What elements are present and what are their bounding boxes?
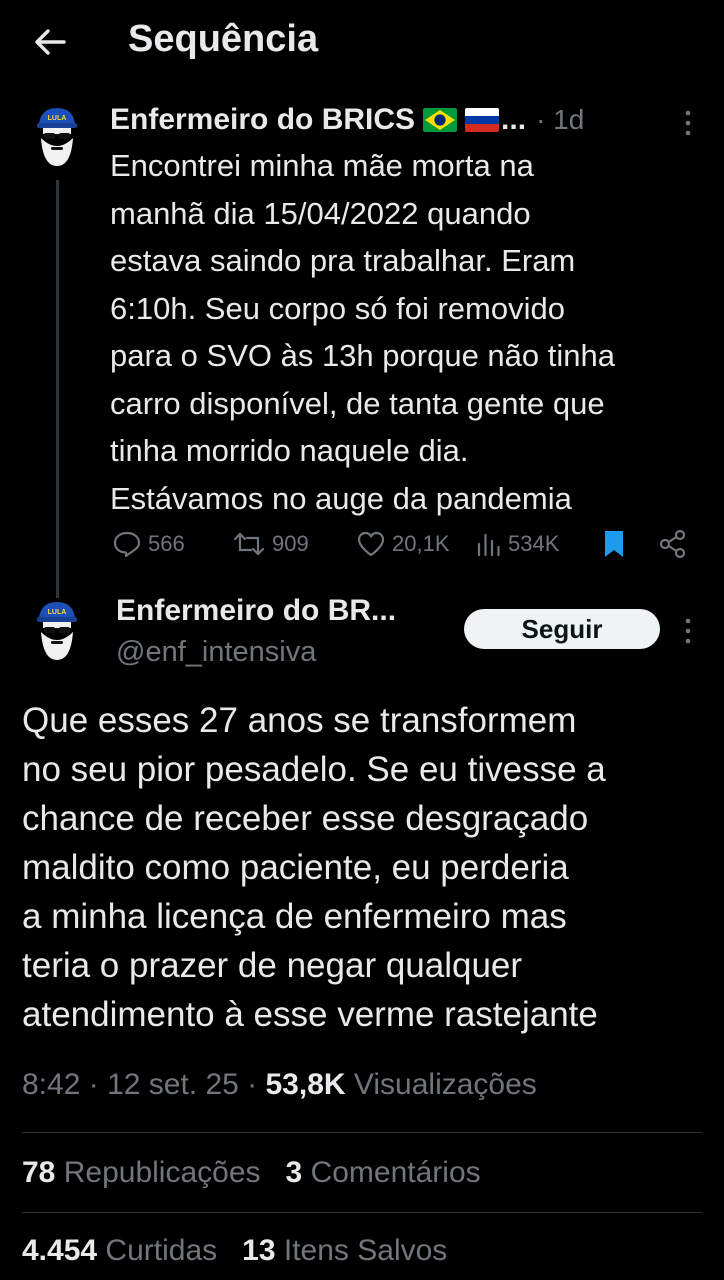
saves-count: 13: [242, 1234, 276, 1267]
share-icon: [659, 529, 686, 559]
meta-separator: ·: [247, 1068, 266, 1101]
views-count: 534K: [508, 531, 560, 556]
page-title: Sequência: [128, 18, 319, 60]
tweet-time[interactable]: 8:42: [22, 1068, 80, 1101]
reposts-stat[interactable]: 78 Republicações: [22, 1156, 261, 1189]
cap-text: LULA: [48, 609, 67, 616]
reply-button[interactable]: 566: [112, 526, 185, 562]
tweet-actions: 566 909 20,1K 534K: [112, 526, 692, 562]
reposts-count: 78: [22, 1156, 56, 1189]
tweet-date[interactable]: 12 set. 25: [107, 1068, 239, 1101]
views-label: Visualizações: [353, 1068, 537, 1101]
follow-button[interactable]: Seguir: [464, 609, 660, 649]
tweet-time[interactable]: · 1d: [536, 104, 584, 136]
author-handle[interactable]: @enf_intensiva: [116, 636, 316, 669]
views-button[interactable]: 534K: [476, 526, 559, 562]
more-options-icon[interactable]: [684, 108, 692, 138]
comments-count: 3: [285, 1156, 303, 1189]
brazil-flag-icon: [423, 108, 458, 132]
divider: [22, 1132, 702, 1133]
likes-label: Curtidas: [105, 1234, 218, 1267]
saves-label: Itens Salvos: [283, 1234, 448, 1267]
comments-stat[interactable]: 3 Comentários: [286, 1156, 481, 1189]
repost-count: 909: [272, 531, 309, 556]
share-button[interactable]: [658, 526, 694, 562]
avatar-cap-bearded-man-icon: LULA: [37, 602, 77, 660]
bookmark-button[interactable]: [602, 526, 632, 562]
avatar-cap-bearded-man-icon: LULA: [37, 108, 77, 166]
bookmark-icon: [605, 531, 623, 557]
author-name[interactable]: Enfermeiro do BR...: [116, 594, 396, 628]
reply-icon: [113, 531, 141, 558]
repost-button[interactable]: 909: [232, 526, 309, 562]
tweet-text: Que esses 27 anos se transformem no seu …: [22, 701, 606, 1034]
avatar[interactable]: LULA: [37, 600, 77, 662]
engagement-stats-row: 78 Republicações 3 Comentários: [22, 1156, 481, 1190]
thread-connector-line: [56, 180, 59, 598]
tweet-meta: 8:42 · 12 set. 25 · 53,8K Visualizações: [22, 1068, 537, 1102]
repost-icon: [233, 532, 265, 556]
comments-label: Comentários: [310, 1156, 481, 1189]
saves-stat[interactable]: 13 Itens Salvos: [242, 1234, 447, 1267]
analytics-icon: [477, 533, 500, 557]
heart-icon: [357, 531, 385, 557]
arrow-left-icon: [35, 29, 66, 55]
like-count: 20,1K: [392, 531, 450, 556]
views-count: 53,8K: [265, 1068, 346, 1101]
avatar[interactable]: LULA: [37, 106, 77, 168]
reposts-label: Republicações: [63, 1156, 261, 1189]
back-button[interactable]: [30, 22, 70, 62]
reply-count: 566: [148, 531, 185, 556]
engagement-stats-row: 4.454 Curtidas 13 Itens Salvos: [22, 1234, 447, 1268]
divider: [22, 1212, 702, 1213]
meta-separator: ·: [88, 1068, 108, 1101]
more-options-icon[interactable]: [684, 616, 692, 646]
top-bar: Sequência: [0, 0, 724, 86]
tweet-header: Enfermeiro do BRICS ... · 1d: [110, 100, 710, 140]
likes-stat[interactable]: 4.454 Curtidas: [22, 1234, 217, 1267]
like-button[interactable]: 20,1K: [356, 526, 450, 562]
tweet-text: Encontrei minha mãe morta na manhã dia 1…: [110, 148, 615, 516]
likes-count: 4.454: [22, 1234, 98, 1267]
author-name[interactable]: Enfermeiro do BRICS: [110, 103, 415, 137]
cap-text: LULA: [48, 115, 67, 122]
name-ellipsis: ...: [501, 103, 527, 136]
russia-flag-icon: [465, 108, 500, 132]
